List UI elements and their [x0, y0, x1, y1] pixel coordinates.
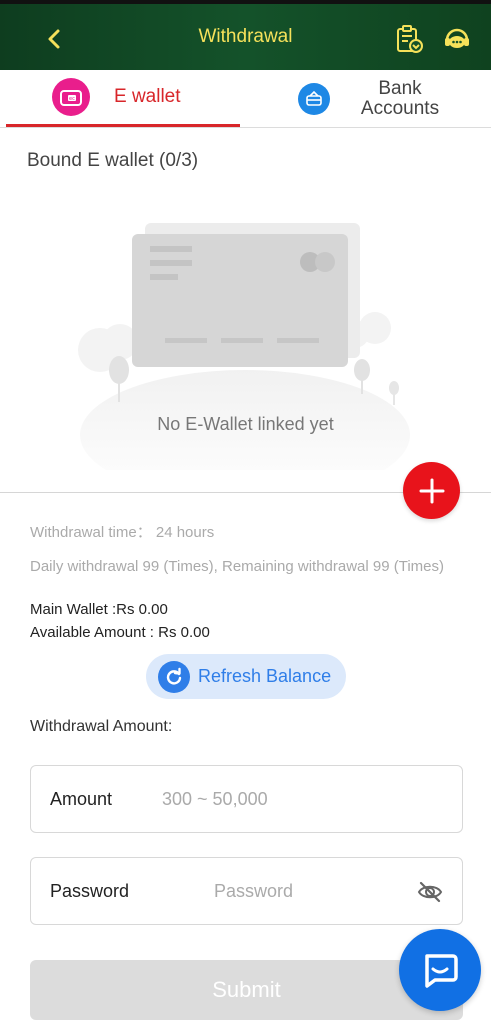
chat-bubble-icon — [425, 954, 458, 988]
refresh-balance-button[interactable]: Refresh Balance — [146, 654, 346, 699]
support-button[interactable] — [440, 22, 474, 56]
customer-service-icon — [445, 28, 469, 48]
wallet-tabs: ec E wallet Bank Accounts — [0, 70, 491, 128]
withdrawal-time-text: Withdrawal time： 24 hours — [30, 524, 215, 541]
refresh-balance-label: Refresh Balance — [198, 666, 332, 686]
clipboard-download-icon — [397, 25, 423, 53]
bound-e-wallet-title: Bound E wallet (0/3) — [27, 150, 199, 171]
tab-bank-accounts-label: Bank Accounts — [360, 78, 440, 119]
eye-off-icon — [417, 881, 443, 903]
live-chat-button[interactable] — [399, 929, 481, 1011]
toggle-password-visibility[interactable] — [416, 878, 444, 906]
amount-field: Amount — [30, 765, 463, 833]
wallet-icon: ec — [52, 78, 90, 116]
empty-state-text: No E-Wallet linked yet — [157, 414, 334, 434]
main-wallet-text: Main Wallet :Rs 0.00 — [30, 601, 168, 618]
daily-withdrawal-text: Daily withdrawal 99 (Times), Remaining w… — [30, 558, 445, 575]
bank-card-icon — [298, 83, 330, 115]
refresh-icon — [158, 660, 190, 693]
password-label: Password — [50, 880, 130, 901]
amount-label: Amount — [50, 788, 113, 809]
tab-e-wallet[interactable]: ec E wallet — [6, 70, 240, 127]
add-e-wallet-button[interactable] — [403, 462, 460, 519]
tab-bank-accounts[interactable]: Bank Accounts — [246, 70, 491, 128]
records-button[interactable] — [392, 22, 426, 56]
svg-text:ec: ec — [69, 96, 75, 102]
plus-icon — [419, 478, 444, 503]
password-field: Password — [30, 857, 463, 925]
top-bar: Withdrawal — [0, 0, 491, 70]
amount-input[interactable] — [162, 788, 432, 810]
password-input[interactable] — [214, 880, 404, 902]
available-amount-text: Available Amount : Rs 0.00 — [30, 624, 210, 641]
tab-e-wallet-label: E wallet — [114, 86, 181, 107]
withdrawal-amount-label: Withdrawal Amount: — [30, 718, 173, 735]
